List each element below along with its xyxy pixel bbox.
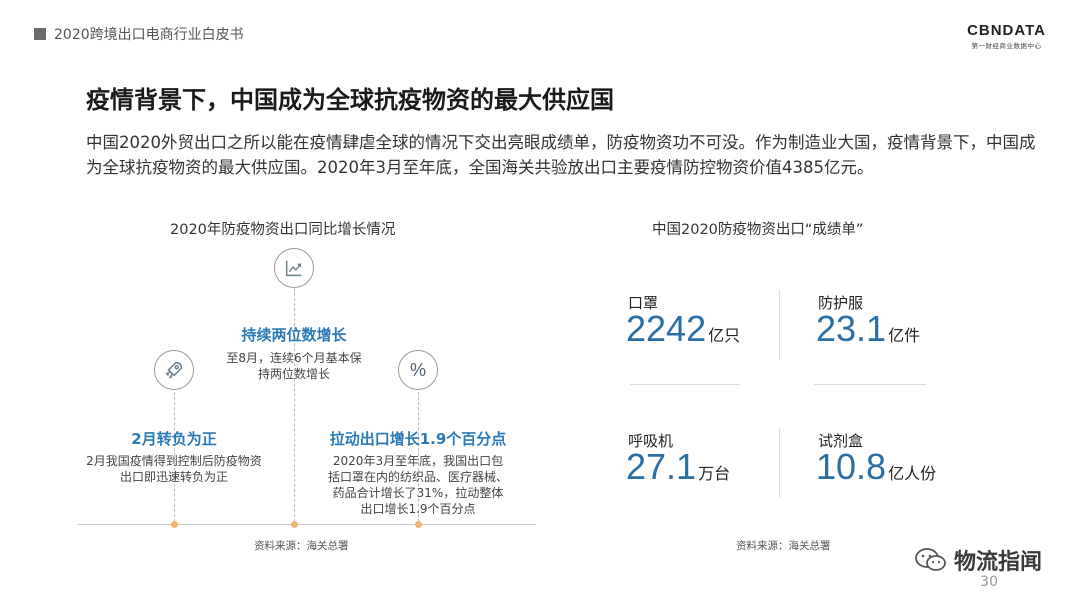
right-panel-title: 中国2020防疫物资出口“成绩单” [652,222,864,238]
logo-main-text: CBNDATA [967,22,1046,39]
brand-watermark: 物流指闻 [914,544,1042,576]
timeline-dot-1 [171,521,178,528]
timeline-axis [78,524,536,525]
left-source-note: 资料来源：海关总署 [254,540,349,552]
wechat-icon [915,548,946,571]
grid-divider-top [779,290,780,360]
right-source-note: 资料来源：海关总署 [736,540,831,552]
cbndata-logo: CBNDATA 第一财经商业数据中心 [967,22,1046,50]
intro-paragraph: 中国2020外贸出口之所以能在疫情肆虐全球的情况下交出亮眼成绩单，防疫物资功不可… [86,133,1036,177]
point-title-feb: 2月转负为正 [131,430,217,448]
point-title-growth: 持续两位数增长 [241,326,347,344]
stat-unit-ventilators: 万台 [698,464,731,483]
timeline-dot-3 [415,521,422,528]
rocket-icon [154,350,194,390]
stat-number-masks: 2242 [626,308,707,349]
grid-divider-left [630,384,740,385]
grid-divider-right [814,384,926,385]
point-desc-feb: 2月我国疫情得到控制后防疫物资出口即迅速转负为正 [86,454,262,484]
timeline-dot-2 [291,521,298,528]
percent-icon: % [398,350,438,390]
section-title: 2020跨境出口电商行业白皮书 [54,27,244,43]
point-desc-growth: 至8月，连续6个月基本保持两位数增长 [226,351,362,381]
left-panel-title: 2020年防疫物资出口同比增长情况 [170,222,396,238]
stat-number-ventilators: 27.1 [626,446,697,487]
stat-value-kits: 10.8 亿人份 [816,446,936,488]
page-number: 30 [980,574,998,590]
stat-value-ventilators: 27.1 万台 [626,446,730,488]
trend-chart-icon [274,248,314,288]
page-title: 疫情背景下，中国成为全球抗疫物资的最大供应国 [86,86,614,114]
logo-sub-text: 第一财经商业数据中心 [971,42,1042,50]
stat-value-masks: 2242 亿只 [626,308,740,350]
stat-unit-suits: 亿件 [888,326,921,345]
stat-value-suits: 23.1 亿件 [816,308,920,350]
point-title-boost: 拉动出口增长1.9个百分点 [329,430,507,448]
stat-number-kits: 10.8 [816,446,887,487]
stat-unit-kits: 亿人份 [888,464,937,483]
stat-number-suits: 23.1 [816,308,887,349]
grid-divider-bottom [779,428,780,498]
stat-unit-masks: 亿只 [708,326,741,345]
section-marker [34,28,46,40]
section-header: 2020跨境出口电商行业白皮书 [34,24,244,44]
point-desc-boost: 2020年3月至年底，我国出口包括口罩在内的纺织品、医疗器械、药品合计增长了31… [328,454,509,516]
brand-name: 物流指闻 [953,550,1042,575]
percent-symbol: % [409,359,426,380]
